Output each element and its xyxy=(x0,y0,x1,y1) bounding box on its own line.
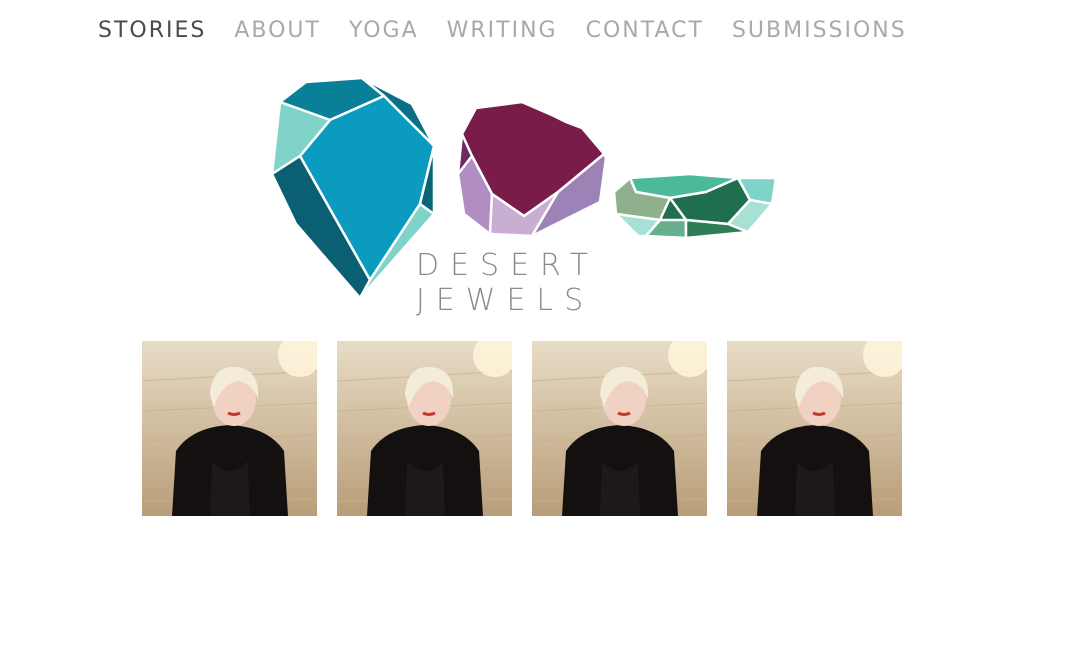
story-gallery xyxy=(142,341,922,516)
gallery-item[interactable] xyxy=(532,341,707,516)
portrait-photo-icon xyxy=(142,341,317,516)
main-nav: STORIES ABOUT YOGA WRITING CONTACT SUBMI… xyxy=(98,14,935,48)
gallery-item[interactable] xyxy=(142,341,317,516)
nav-contact[interactable]: CONTACT xyxy=(586,14,704,48)
gallery-item[interactable] xyxy=(337,341,512,516)
nav-submissions[interactable]: SUBMISSIONS xyxy=(732,14,907,48)
nav-about[interactable]: ABOUT xyxy=(234,14,321,48)
nav-writing[interactable]: WRITING xyxy=(447,14,558,48)
portrait-photo-icon xyxy=(532,341,707,516)
portrait-photo-icon xyxy=(727,341,902,516)
nav-yoga[interactable]: YOGA xyxy=(349,14,419,48)
portrait-photo-icon xyxy=(337,341,512,516)
nav-stories[interactable]: STORIES xyxy=(98,14,206,48)
logo-text: DESERT JEWELS xyxy=(416,248,600,318)
gallery-item[interactable] xyxy=(727,341,902,516)
site-logo[interactable]: DESERT JEWELS xyxy=(266,74,781,318)
